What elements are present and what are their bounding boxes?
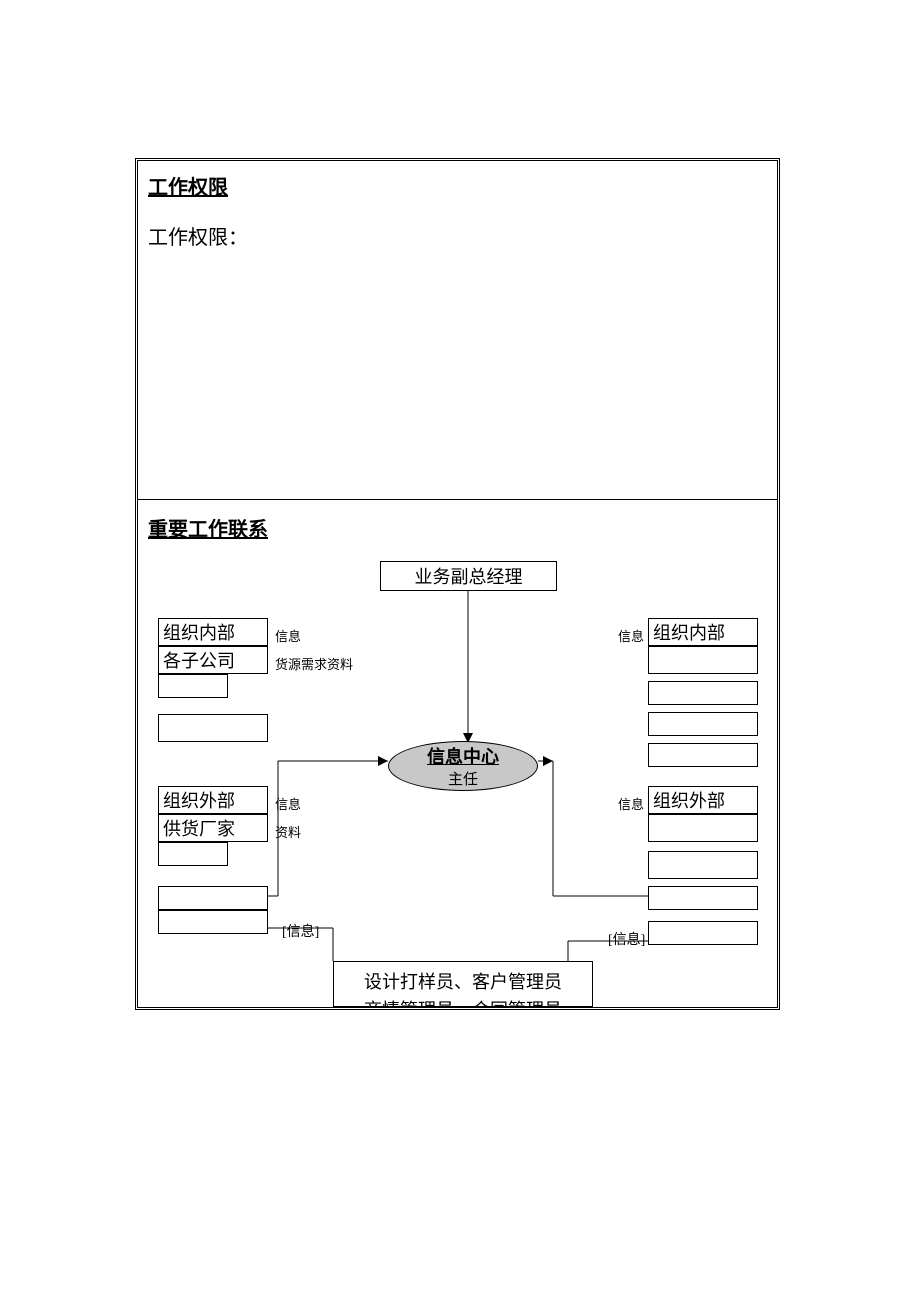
right-empty-7 bbox=[648, 886, 758, 910]
center-line1: 信息中心 bbox=[427, 743, 499, 769]
right-empty-3 bbox=[648, 712, 758, 736]
right-header-external: 组织外部 bbox=[648, 786, 758, 814]
left-label-material: 资料 bbox=[275, 822, 301, 841]
left-header-internal: 组织内部 bbox=[158, 618, 268, 646]
bottom-roles-box: 设计打样员、客户管理员 商情管理员、合同管理员 bbox=[333, 961, 593, 1007]
left-empty-4 bbox=[158, 886, 268, 910]
left-label-info-bracket: [信息] bbox=[282, 921, 319, 941]
right-empty-4 bbox=[648, 743, 758, 767]
left-empty-5 bbox=[158, 910, 268, 934]
right-header-internal: 组织内部 bbox=[648, 618, 758, 646]
center-line2: 主任 bbox=[448, 768, 478, 789]
right-empty-1 bbox=[648, 646, 758, 674]
box-top-manager: 业务副总经理 bbox=[380, 561, 557, 591]
right-empty-8 bbox=[648, 921, 758, 945]
left-header-external: 组织外部 bbox=[158, 786, 268, 814]
document-frame: 工作权限 工作权限： 重要工作联系 业务副总经理 组织内部 信息 各子公司 货源… bbox=[135, 158, 780, 1010]
left-label-info2: 信息 bbox=[275, 794, 301, 813]
left-label-info: 信息 bbox=[275, 626, 301, 645]
bottom-line2: 商情管理员、合同管理员 bbox=[334, 996, 592, 1007]
right-label-info-bracket: [信息] bbox=[608, 929, 645, 949]
right-label-info: 信息 bbox=[618, 626, 644, 645]
right-empty-6 bbox=[648, 851, 758, 879]
right-label-info2: 信息 bbox=[618, 794, 644, 813]
right-empty-2 bbox=[648, 681, 758, 705]
left-label-demand: 货源需求资料 bbox=[275, 654, 353, 673]
left-row-supplier: 供货厂家 bbox=[158, 814, 268, 842]
left-row-subsidiary: 各子公司 bbox=[158, 646, 268, 674]
right-empty-5 bbox=[648, 814, 758, 842]
center-ellipse: 信息中心 主任 bbox=[388, 741, 538, 791]
bottom-line1: 设计打样员、客户管理员 bbox=[334, 968, 592, 996]
box-top-manager-label: 业务副总经理 bbox=[415, 563, 523, 589]
left-empty-2 bbox=[158, 714, 268, 742]
left-empty-1 bbox=[158, 674, 228, 698]
left-empty-3 bbox=[158, 842, 228, 866]
